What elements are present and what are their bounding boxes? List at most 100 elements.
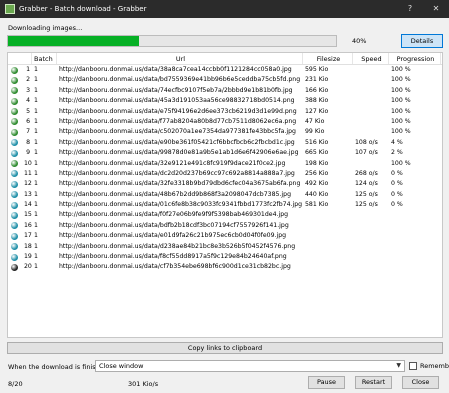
filesize-cell: 665 Kio (305, 149, 329, 157)
restart-button[interactable]: Restart (355, 376, 392, 389)
table-row[interactable]: 12 1 http://danbooru.donmai.us/data/32fe33… (8, 179, 442, 189)
table-row[interactable]: 18 1 http://danbooru.donmai.us/data/d238ae… (8, 242, 442, 252)
table-row[interactable]: 7 1 http://danbooru.donmai.us/data/c502070… (8, 127, 442, 137)
status-icon (8, 252, 22, 262)
download-speed: 301 Kio/s (128, 380, 159, 388)
batch-cell: 1 (34, 66, 38, 73)
header-num-col (22, 53, 32, 64)
url-cell: http://danbooru.donmai.us/data/cf7b354eb… (59, 263, 291, 271)
progression-cell: 4 % (391, 138, 403, 146)
progression-cell: 0 % (391, 169, 403, 177)
row-number: 2 (26, 76, 30, 84)
status-dot-icon (11, 118, 18, 126)
header-url[interactable]: Url (57, 53, 303, 64)
url-cell: http://danbooru.donmai.us/data/38a8ca7ce… (59, 66, 292, 73)
batch-cell: 1 (34, 107, 38, 115)
batch-cell: 1 (34, 149, 38, 157)
batch-cell: 1 (34, 138, 38, 146)
filesize-cell: 127 Kio (305, 107, 329, 115)
batch-cell: 1 (34, 97, 38, 105)
header-batch[interactable]: Batch (32, 53, 57, 64)
progression-cell: 100 % (391, 107, 411, 115)
table-row[interactable]: 17 1 http://danbooru.donmai.us/data/e01d9f… (8, 231, 442, 241)
chevron-down-icon: ▼ (396, 362, 401, 369)
copy-links-button[interactable]: Copy links to clipboard (7, 342, 443, 354)
progress-percent: 40% (352, 37, 367, 45)
downloads-table[interactable]: Batch Url Filesize Speed Progression 11h… (7, 52, 443, 338)
finish-action-value: Close window (99, 362, 144, 370)
progression-cell: 100 % (391, 117, 411, 125)
status-dot-icon (11, 170, 18, 178)
url-cell: http://danbooru.donmai.us/data/45a3d1910… (59, 97, 295, 105)
table-row[interactable]: 2 1 http://danbooru.donmai.us/data/bd75593… (8, 75, 442, 85)
table-row[interactable]: 15 1 http://danbooru.donmai.us/data/f0f27e… (8, 210, 442, 220)
speed-cell (353, 117, 389, 127)
finish-action-select[interactable]: Close window ▼ (95, 360, 405, 372)
table-row[interactable]: 14 1 http://danbooru.donmai.us/data/01c6fe… (8, 200, 442, 210)
status-icon (8, 190, 22, 200)
row-number: 19 (24, 253, 32, 261)
table-row[interactable]: 5 1 http://danbooru.donmai.us/data/e75f941… (8, 107, 442, 117)
close-button[interactable]: Close (402, 376, 439, 389)
table-row[interactable]: 4 1 http://danbooru.donmai.us/data/45a3d19… (8, 96, 442, 106)
filesize-cell (303, 231, 353, 241)
batch-cell: 1 (34, 211, 38, 219)
speed-cell (353, 96, 389, 106)
status-dot-icon (11, 222, 18, 230)
header-speed[interactable]: Speed (353, 53, 389, 64)
progression-cell (389, 221, 441, 231)
speed-cell (353, 221, 389, 231)
speed-cell: 125 o/s (355, 201, 378, 209)
batch-cell: 1 (34, 190, 38, 198)
batch-cell: 1 (34, 263, 38, 271)
table-row[interactable]: 1 1 http://danbooru.donmai.us/data/38a8ca7… (8, 65, 442, 75)
table-row[interactable]: 10 1 http://danbooru.donmai.us/data/32e912… (8, 159, 442, 169)
status-dot-icon (11, 128, 18, 136)
batch-cell: 1 (34, 201, 38, 209)
url-cell: http://danbooru.donmai.us/data/dc2d20d23… (59, 169, 295, 177)
url-cell: http://danbooru.donmai.us/data/99878d0e8… (59, 149, 299, 157)
row-number: 1 (26, 66, 30, 73)
status-dot-icon (11, 253, 18, 261)
status-icon (8, 242, 22, 252)
title-bar: Grabber - Batch download - Grabber ? ✕ (0, 0, 449, 18)
speed-cell (353, 210, 389, 220)
filesize-cell: 198 Kio (305, 159, 329, 167)
table-row[interactable]: 3 1 http://danbooru.donmai.us/data/74ecfbc… (8, 86, 442, 96)
table-row[interactable]: 8 1 http://danbooru.donmai.us/data/e90be36… (8, 138, 442, 148)
filesize-cell: 388 Kio (305, 97, 329, 105)
close-window-button[interactable]: ✕ (425, 0, 447, 18)
progression-cell (389, 262, 441, 272)
batch-cell: 1 (34, 221, 38, 229)
url-cell: http://danbooru.donmai.us/data/c502070a1… (59, 128, 296, 136)
progression-cell: 2 % (391, 149, 403, 157)
row-number: 3 (26, 86, 30, 94)
url-cell: http://danbooru.donmai.us/data/f0f27e06b… (59, 211, 289, 219)
help-button[interactable]: ? (399, 0, 421, 18)
remember-checkbox[interactable] (409, 362, 417, 370)
filesize-cell: 231 Kio (305, 76, 329, 84)
url-cell: http://danbooru.donmai.us/data/bd7559369… (59, 76, 301, 84)
table-row[interactable]: 19 1 http://danbooru.donmai.us/data/f8cf55… (8, 252, 442, 262)
status-icon (8, 221, 22, 231)
details-button[interactable]: Details (401, 34, 443, 48)
table-row[interactable]: 20 1 http://danbooru.donmai.us/data/cf7b35… (8, 262, 442, 272)
progression-cell: 100 % (391, 76, 411, 84)
table-row[interactable]: 16 1 http://danbooru.donmai.us/data/bdfb2b… (8, 221, 442, 231)
filesize-cell: 47 Kio (305, 117, 325, 125)
filesize-cell (303, 262, 353, 272)
pause-button[interactable]: Pause (308, 376, 345, 389)
header-filesize[interactable]: Filesize (303, 53, 353, 64)
table-row[interactable]: 13 1 http://danbooru.donmai.us/data/48b67b… (8, 190, 442, 200)
url-cell: http://danbooru.donmai.us/data/f77ab8204… (59, 117, 297, 125)
filesize-cell: 440 Kio (305, 190, 329, 198)
url-cell: http://danbooru.donmai.us/data/01c6fe8b3… (59, 201, 303, 209)
batch-cell: 1 (34, 76, 38, 84)
table-row[interactable]: 9 1 http://danbooru.donmai.us/data/99878d0… (8, 148, 442, 158)
table-row[interactable]: 11 1 http://danbooru.donmai.us/data/dc2d20… (8, 169, 442, 179)
url-cell: http://danbooru.donmai.us/data/d238ae84b… (59, 242, 296, 250)
header-progression[interactable]: Progression (389, 53, 441, 64)
speed-cell (353, 159, 389, 169)
progression-cell: 100 % (391, 86, 411, 94)
table-row[interactable]: 6 1 http://danbooru.donmai.us/data/f77ab82… (8, 117, 442, 127)
